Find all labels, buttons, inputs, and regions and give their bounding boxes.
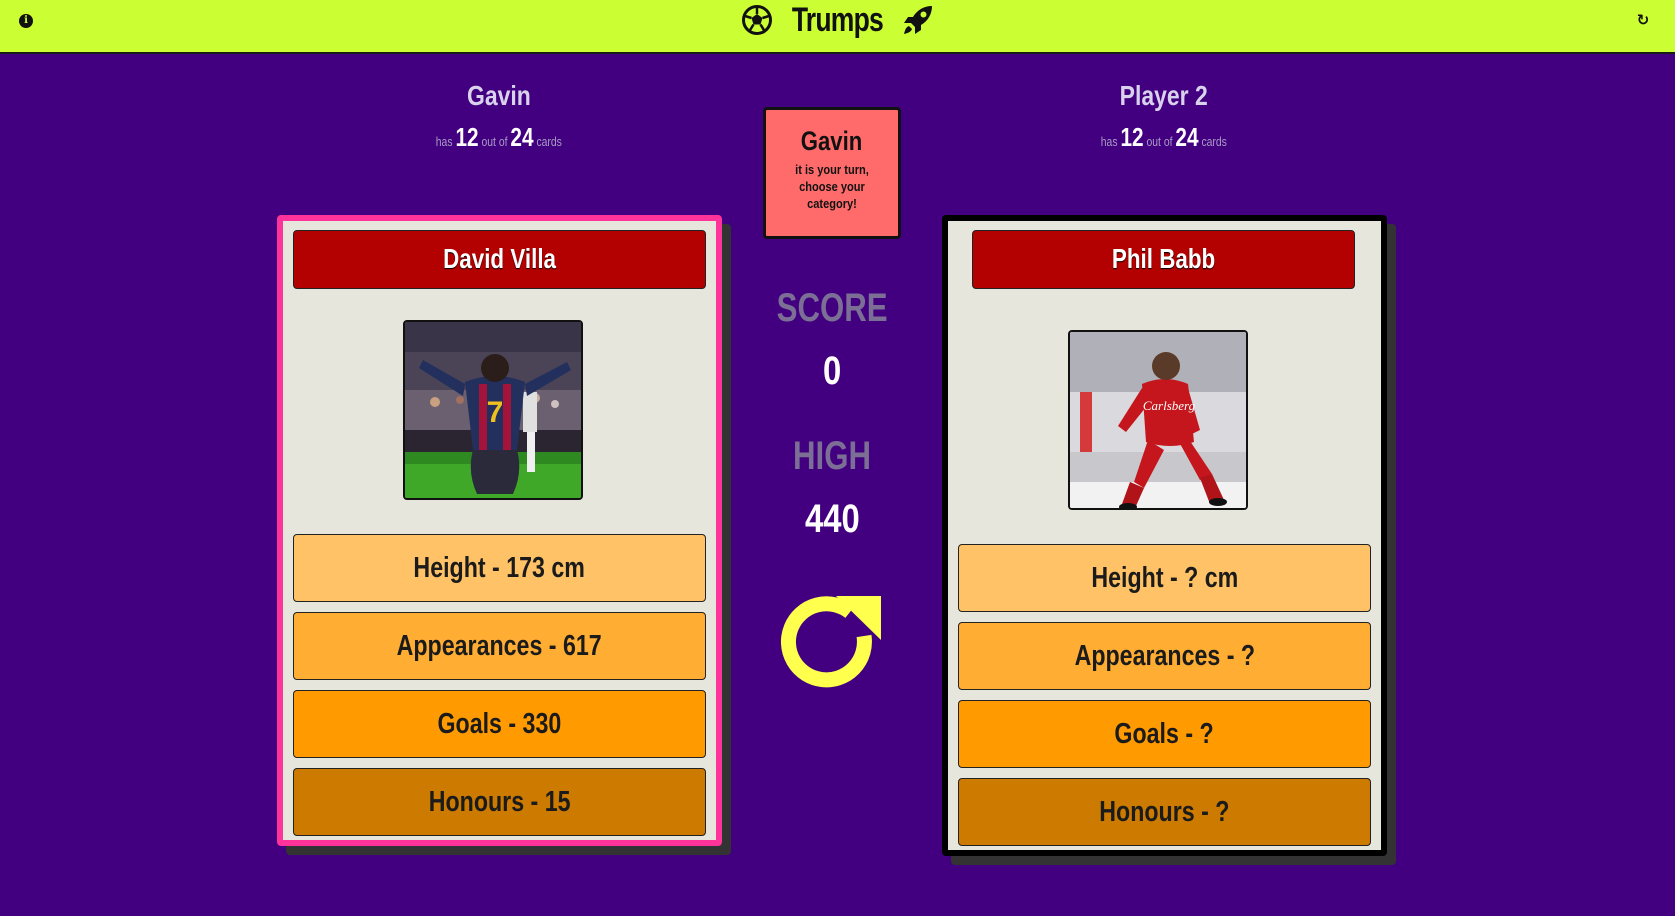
stat-honours-label: Honours - ? [1099, 796, 1230, 828]
player-2-card: Phil Babb Carlsberg Height - ? cm Appear… [942, 215, 1387, 856]
redo-arrow-icon[interactable] [778, 592, 888, 696]
score-label: SCORE [776, 286, 888, 330]
stat-goals-label: Goals - ? [1114, 718, 1215, 750]
refresh-icon[interactable]: ↻ [1635, 12, 1651, 28]
stat-height-label: Height - 173 cm [413, 552, 586, 584]
player-photo: 7 [403, 320, 583, 500]
player-2-total: 24 [1175, 122, 1199, 152]
player-photo: Carlsberg [1068, 330, 1248, 510]
cards-label: cards [1201, 134, 1228, 149]
stat-height[interactable]: Height - 173 cm [293, 534, 706, 602]
high-value: 440 [804, 497, 860, 541]
player-2-header: Player 2 has 12 out of 24 cards [984, 80, 1344, 153]
high-score-panel: HIGH 440 [732, 432, 932, 552]
high-label: HIGH [793, 434, 871, 478]
player-1-total: 24 [510, 122, 534, 152]
turn-message: it is your turn, choose your category! [795, 162, 869, 211]
player-2-card-count: has 12 out of 24 cards [984, 122, 1344, 153]
stat-honours[interactable]: Honours - 15 [293, 768, 706, 836]
has-label: has [435, 134, 453, 149]
stat-appearances[interactable]: Appearances - 617 [293, 612, 706, 680]
card-title: Phil Babb [972, 230, 1355, 289]
player-1-header: Gavin has 12 out of 24 cards [319, 80, 679, 153]
stat-height[interactable]: Height - ? cm [958, 544, 1371, 612]
app-brand: Trumps [0, 0, 1675, 40]
top-bar: i Trumps ↻ [0, 0, 1675, 54]
cards-label: cards [536, 134, 563, 149]
player-2-name: Player 2 [1119, 80, 1209, 111]
score-value: 0 [822, 349, 842, 393]
score-panel: SCORE 0 [732, 284, 932, 404]
turn-indicator: Gavin it is your turn, choose your categ… [763, 107, 901, 239]
out-of-label: out of [1146, 134, 1173, 149]
player-1-card: David Villa 7 Height - 173 cm Appearance… [277, 215, 722, 846]
player-1-count: 12 [455, 122, 479, 152]
card-title: David Villa [293, 230, 706, 289]
stat-appearances[interactable]: Appearances - ? [958, 622, 1371, 690]
stat-goals[interactable]: Goals - ? [958, 700, 1371, 768]
card-player-name: Phil Babb [1111, 243, 1216, 274]
player-1-name: Gavin [467, 80, 531, 111]
svg-text:Carlsberg: Carlsberg [1143, 398, 1196, 413]
soccer-ball-icon [742, 5, 773, 35]
card-player-name: David Villa [443, 243, 556, 274]
app-title: Trumps [791, 0, 884, 39]
player-1-card-count: has 12 out of 24 cards [319, 122, 679, 153]
rocket-icon [903, 6, 932, 34]
has-label: has [1100, 134, 1118, 149]
turn-player-name: Gavin [801, 126, 863, 156]
stat-honours[interactable]: Honours - ? [958, 778, 1371, 846]
stat-appearances-label: Appearances - ? [1074, 640, 1255, 672]
stat-goals-label: Goals - 330 [437, 708, 562, 740]
player-2-count: 12 [1120, 122, 1144, 152]
stat-appearances-label: Appearances - 617 [396, 630, 603, 662]
out-of-label: out of [481, 134, 508, 149]
stat-goals[interactable]: Goals - 330 [293, 690, 706, 758]
stat-height-label: Height - ? cm [1091, 562, 1238, 594]
svg-text:7: 7 [487, 396, 504, 429]
stat-honours-label: Honours - 15 [428, 786, 571, 818]
